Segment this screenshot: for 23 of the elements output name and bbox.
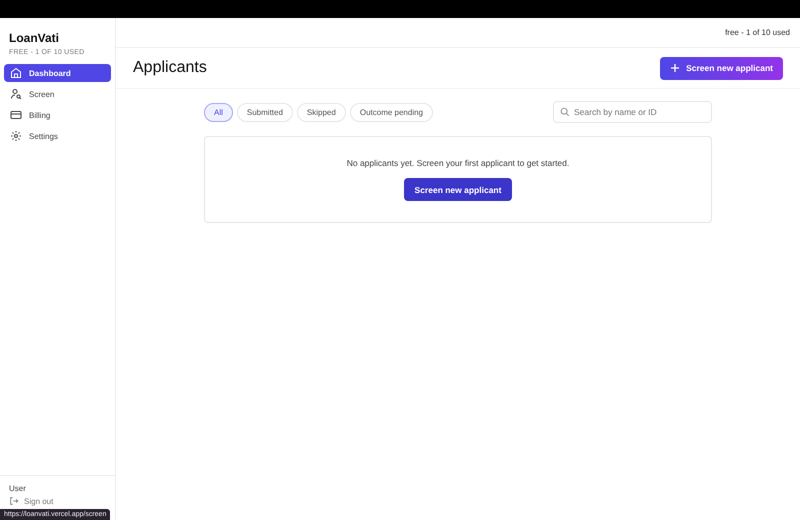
credit-card-icon [10,109,22,121]
filter-chip[interactable]: Skipped [296,102,346,122]
page-title: Applicants [133,59,207,77]
settings-icon [10,130,22,142]
new-applicant-button[interactable]: Screen new applicant [660,56,783,80]
user-icon [10,88,22,100]
sign-out-link[interactable]: Sign out [9,496,54,506]
nav-item[interactable]: Screen [4,85,111,103]
sign-out-icon [9,496,19,506]
search-field[interactable]: Search by name or ID [553,101,712,123]
plus-icon [670,63,680,73]
filter-chip[interactable]: Submitted [236,102,293,122]
usage-label: free - 1 of 10 used [725,28,790,37]
user-name: User [9,484,27,493]
home-icon [10,67,22,79]
brand-name: LoanVati [9,31,60,45]
filter-chip[interactable]: Outcome pending [350,102,433,122]
filter-chip[interactable]: All [204,102,233,122]
new-applicant-button[interactable]: Screen new applicant [404,178,512,201]
empty-message: No applicants yet. Screen your first applicant to get started. [346,158,570,168]
nav-item[interactable]: Dashboard [4,64,111,82]
nav-item[interactable]: Billing [4,106,111,124]
nav-item[interactable]: Settings [4,127,111,145]
